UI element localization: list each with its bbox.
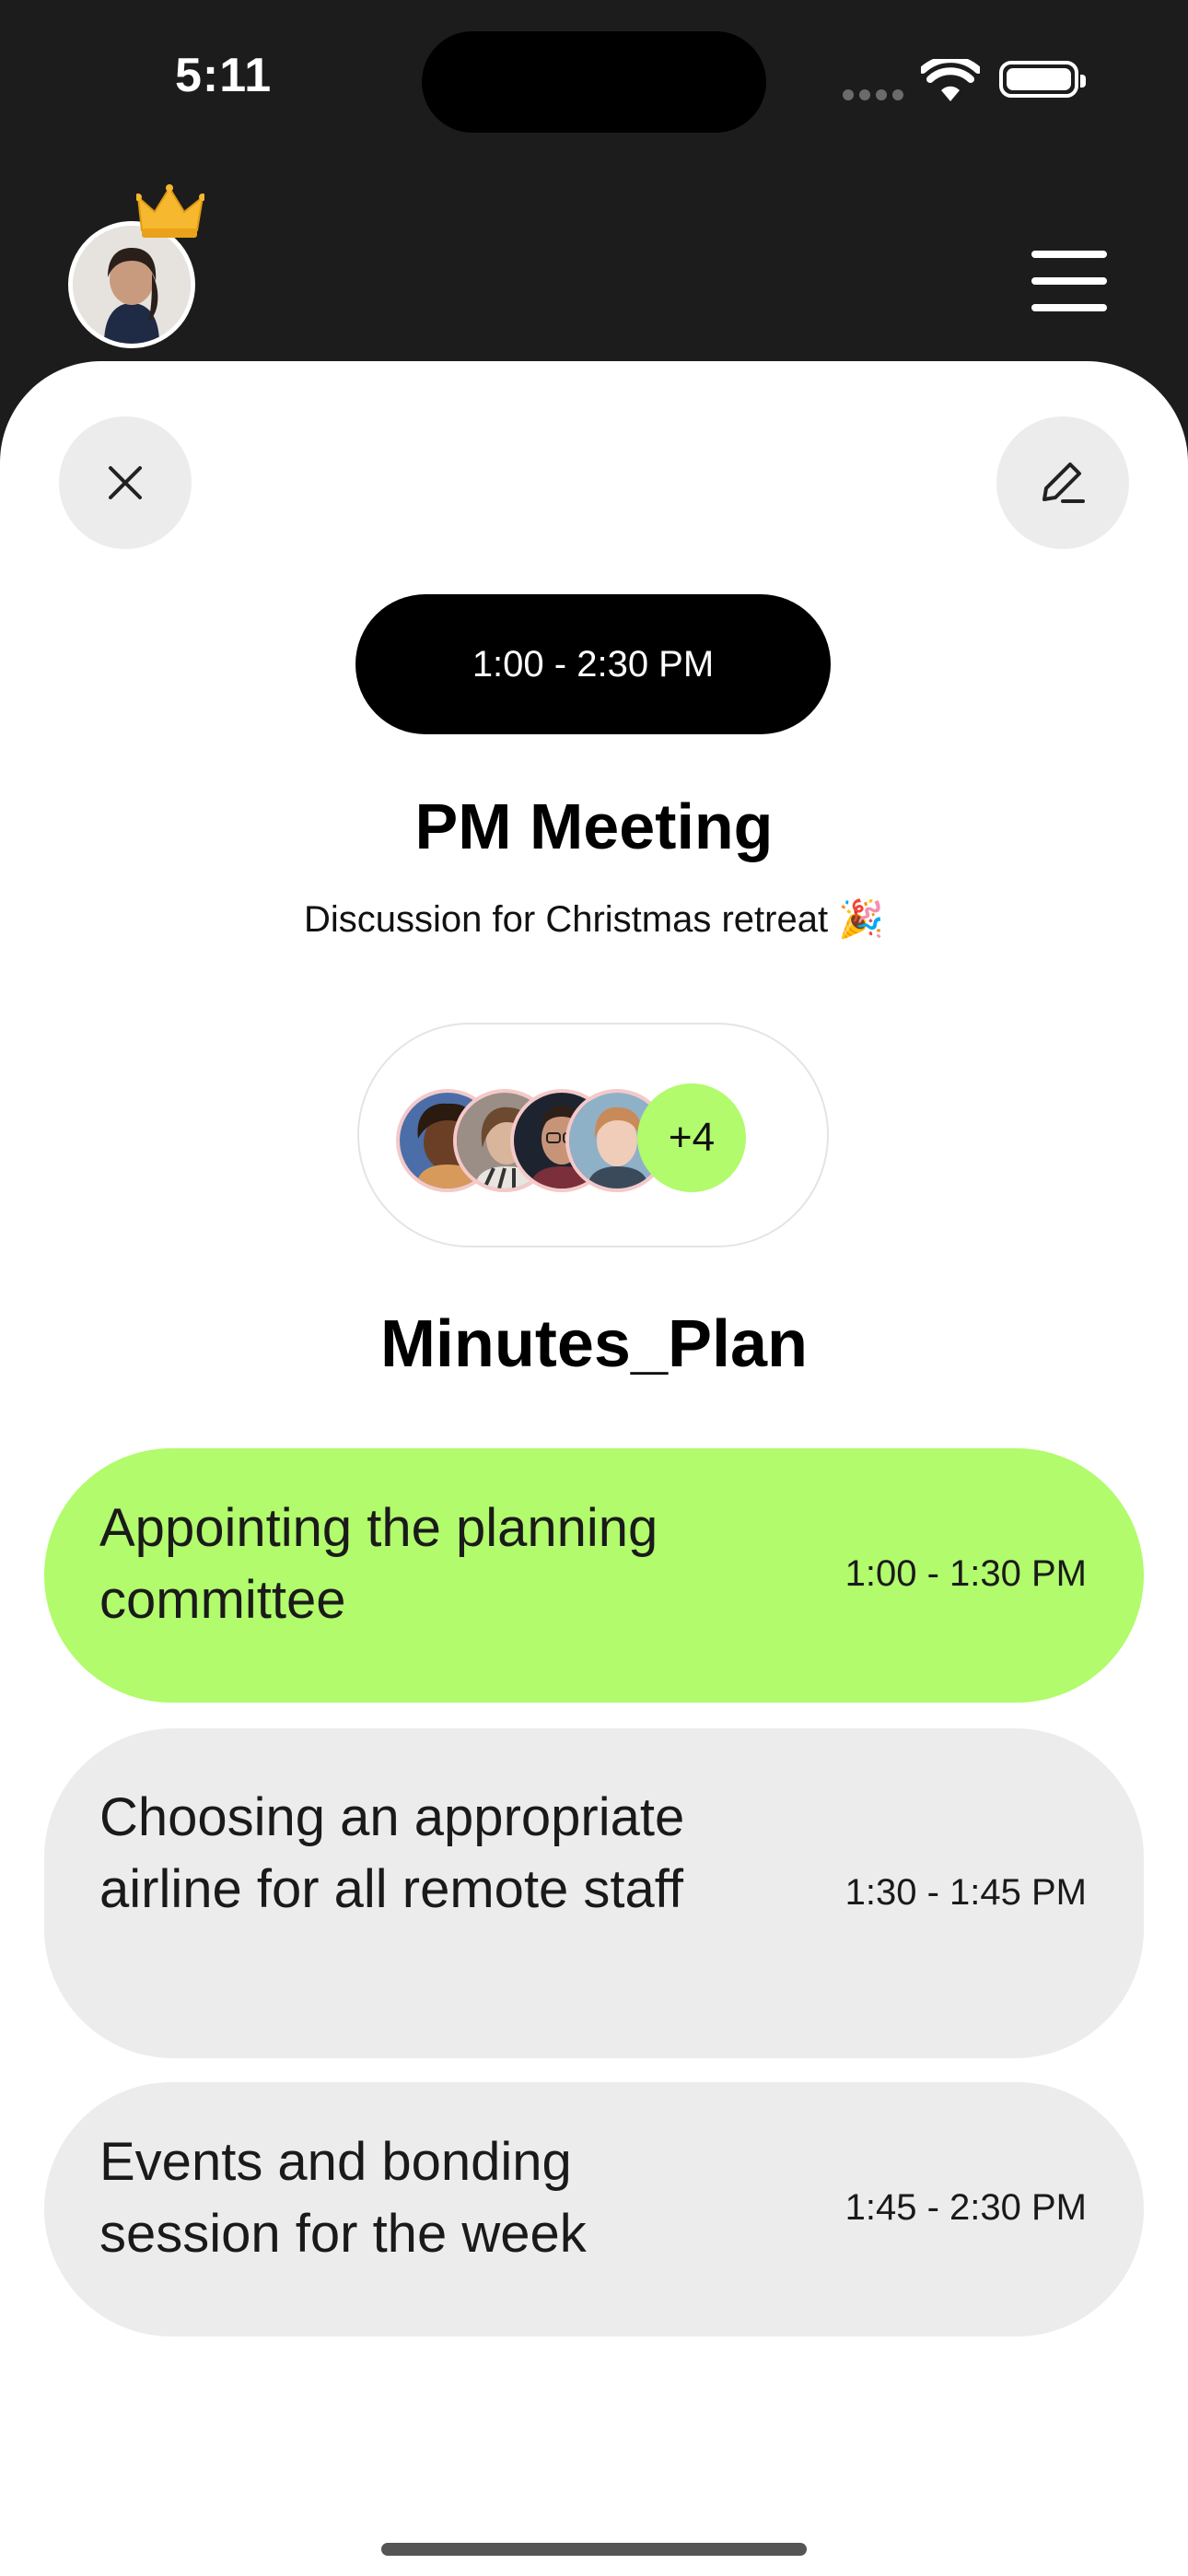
home-indicator[interactable]: [381, 2543, 807, 2556]
signal-icon: [843, 88, 909, 105]
agenda-item-label: Events and bonding session for the week: [99, 2132, 587, 2264]
event-title: PM Meeting: [414, 790, 774, 862]
agenda-item[interactable]: Appointing the planning committee 1:00 -…: [44, 1448, 1144, 1703]
close-icon: [109, 466, 142, 499]
close-button[interactable]: [59, 416, 192, 549]
agenda-item-time: 1:45 - 2:30 PM: [844, 2187, 1087, 2228]
agenda-item-time: 1:30 - 1:45 PM: [844, 1872, 1087, 1913]
agenda-item-label: Appointing the planning committee: [99, 1498, 658, 1630]
edit-icon: [1042, 463, 1085, 503]
agenda-item[interactable]: Choosing an appropriate airline for all …: [44, 1728, 1144, 2058]
attendee-group[interactable]: +4: [357, 1023, 829, 1247]
more-attendees-badge[interactable]: +4: [637, 1083, 746, 1192]
agenda-item[interactable]: Events and bonding session for the week …: [44, 2082, 1144, 2336]
edit-button[interactable]: [996, 416, 1129, 549]
agenda-item-time: 1:00 - 1:30 PM: [844, 1553, 1087, 1594]
menu-icon[interactable]: [1031, 251, 1107, 311]
event-detail-sheet: 1:00 - 2:30 PM PM Meeting Discussion for…: [0, 361, 1188, 2576]
status-time: 5:11: [175, 49, 273, 102]
minutes-title: Minutes_Plan: [379, 1307, 809, 1381]
agenda-item-label: Choosing an appropriate airline for all …: [99, 1787, 685, 1919]
dynamic-island: [422, 31, 766, 133]
battery-icon: [999, 61, 1086, 98]
wifi-icon: [921, 59, 980, 101]
status-bar: 5:11: [0, 0, 1188, 166]
event-subtitle: Discussion for Christmas retreat 🎉: [304, 899, 884, 940]
crown-icon: [136, 184, 204, 238]
event-time-pill: 1:00 - 2:30 PM: [355, 594, 831, 734]
